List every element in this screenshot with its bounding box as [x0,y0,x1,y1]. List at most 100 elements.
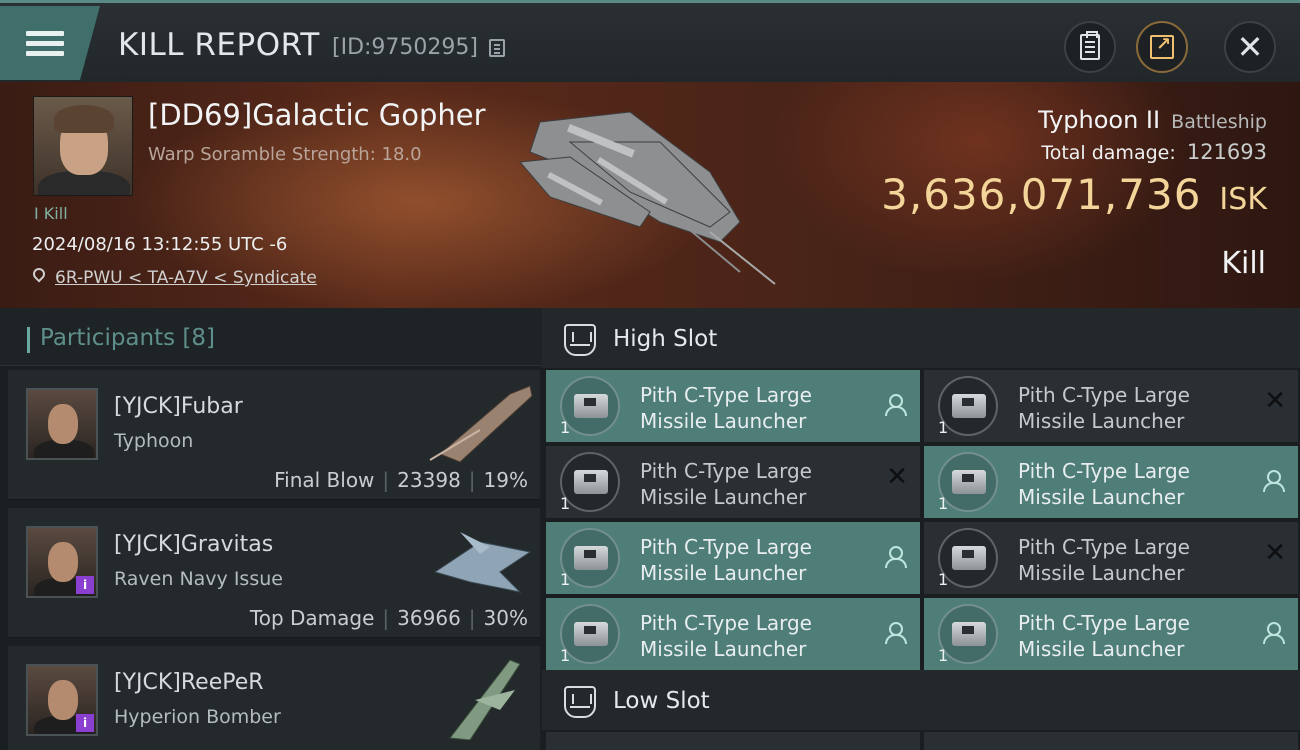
module-item[interactable]: 1 Pith C-Type Large Missile Launcher ✕ [924,370,1298,442]
participants-count: [8] [182,325,216,351]
person-icon [884,622,907,644]
participant-damage: 36966 [397,606,461,630]
report-id: [ID:9750295] [332,35,478,60]
victim-ship-image[interactable] [510,102,790,292]
participant-role: Top Damage [249,606,375,630]
avatar[interactable]: i [26,664,98,736]
kill-location-link[interactable]: 6R-PWU < TA-A7V < Syndicate [55,268,317,288]
close-icon: ✕ [1236,28,1264,66]
person-icon [884,546,907,568]
total-damage-value: 121693 [1186,140,1267,164]
module-quantity: 1 [938,494,949,513]
participant-card[interactable]: i [YJCK]Gravitas Raven Navy Issue Top Da… [8,508,540,638]
participant-card[interactable]: [YJCK]Fubar Typhoon Final Blow | 23398 | 19% [8,370,540,500]
module-item[interactable]: 1 Pith C-Type Large Missile Launcher [546,598,920,670]
module-item-partial[interactable] [546,732,920,750]
module-quantity: 1 [938,646,949,665]
module-name: Pith C-Type Large Missile Launcher [1018,611,1190,661]
module-item[interactable]: 1 Pith C-Type Large Missile Launcher [546,522,920,594]
fitting-panel: High Slot 1 Pith C-Type Large Missile Lau… [542,308,1300,750]
x-icon: ✕ [1264,538,1286,568]
module-quantity: 1 [938,418,949,437]
module-quantity: 1 [560,570,571,589]
participant-damage: 23398 [397,468,461,492]
low-slot-title: Low Slot [613,688,710,714]
isk-amount: 3,636,071,736 [881,170,1202,219]
isk-unit: ISK [1219,182,1267,217]
participant-name: [YJCK]Gravitas [114,532,274,557]
participant-name: [YJCK]ReePeR [114,670,264,695]
module-name: Pith C-Type Large Missile Launcher [640,383,812,433]
high-slot-header[interactable]: High Slot [542,308,1300,368]
participant-ship: Typhoon [114,430,194,452]
victim-portrait[interactable] [33,96,133,196]
participant-ship-image [433,532,532,593]
module-item[interactable]: 1 Pith C-Type Large Missile Launcher [924,598,1298,670]
copy-icon[interactable] [489,39,505,57]
module-quantity: 1 [560,494,571,513]
module-item[interactable]: 1 Pith C-Type Large Missile Launcher [924,446,1298,518]
module-name: Pith C-Type Large Missile Launcher [1018,459,1190,509]
avatar[interactable] [26,388,98,460]
high-slot-title: High Slot [613,326,718,352]
module-name: Pith C-Type Large Missile Launcher [1018,383,1190,433]
low-slot-icon [564,686,596,718]
victim-ship-class: Battleship [1171,111,1267,133]
module-quantity: 1 [560,646,571,665]
participant-percent: 30% [483,606,528,630]
low-slot-header[interactable]: Low Slot [542,670,1300,730]
module-item[interactable]: 1 Pith C-Type Large Missile Launcher [546,370,920,442]
info-badge-icon: i [76,576,94,594]
module-name: Pith C-Type Large Missile Launcher [640,611,812,661]
clipboard-icon [1080,31,1100,60]
share-icon [1150,34,1174,59]
participant-ship: Hyperion Bomber [114,706,281,728]
participant-role: Final Blow [274,468,375,492]
person-icon [884,394,907,416]
share-button[interactable] [1136,21,1188,73]
module-name: Pith C-Type Large Missile Launcher [640,459,812,509]
participant-ship-image [429,385,533,463]
total-damage-label: Total damage: [1041,142,1176,164]
module-quantity: 1 [938,570,949,589]
isk-value: 3,636,071,736 ISK [881,170,1267,219]
person-icon [1262,470,1285,492]
victim-ship-name: Typhoon II [1038,106,1161,134]
high-slot-icon [564,324,596,356]
module-item-partial[interactable] [924,732,1298,750]
kill-timestamp: 2024/08/16 13:12:55 UTC -6 [32,234,288,255]
result-label: Kill [1221,246,1266,281]
avatar[interactable]: i [26,526,98,598]
info-badge-icon: i [76,714,94,732]
victim-banner: [DD69]Galactic Gopher Warp Soramble Stre… [0,82,1300,308]
menu-icon [26,26,64,61]
total-damage: Total damage: 121693 [1041,140,1267,164]
participant-percent: 19% [483,468,528,492]
participant-name: [YJCK]Fubar [114,394,243,419]
module-name: Pith C-Type Large Missile Launcher [640,535,812,585]
module-item[interactable]: 1 Pith C-Type Large Missile Launcher ✕ [546,446,920,518]
clipboard-button[interactable] [1064,21,1116,73]
module-item[interactable]: 1 Pith C-Type Large Missile Launcher ✕ [924,522,1298,594]
page-title: KILL REPORT [118,27,320,63]
participants-panel: Participants [8] [YJCK]Fubar Typhoon Fin… [0,308,542,750]
victim-warp-strength: Warp Soramble Strength: 18.0 [148,144,422,165]
module-name: Pith C-Type Large Missile Launcher [1018,535,1190,585]
x-icon: ✕ [1264,386,1286,416]
menu-button[interactable] [0,6,100,80]
close-button[interactable]: ✕ [1224,21,1276,73]
participant-ship-image [449,659,521,740]
module-quantity: 1 [560,418,571,437]
participants-header: Participants [8] [0,308,542,366]
person-icon [1262,622,1285,644]
participant-card[interactable]: i [YJCK]ReePeR Hyperion Bomber [8,646,540,750]
x-icon: ✕ [886,462,908,492]
participant-stats: Top Damage | 36966 | 30% [249,606,528,630]
victim-ship: Typhoon II Battleship [1038,106,1267,134]
location-pin-icon [30,265,48,283]
victim-kill-count: I Kill [34,204,68,223]
participants-title: Participants [8] [40,325,216,351]
top-bar: KILL REPORT [ID:9750295] ✕ [0,0,1300,82]
victim-name[interactable]: [DD69]Galactic Gopher [148,98,486,132]
participant-ship: Raven Navy Issue [114,568,283,590]
